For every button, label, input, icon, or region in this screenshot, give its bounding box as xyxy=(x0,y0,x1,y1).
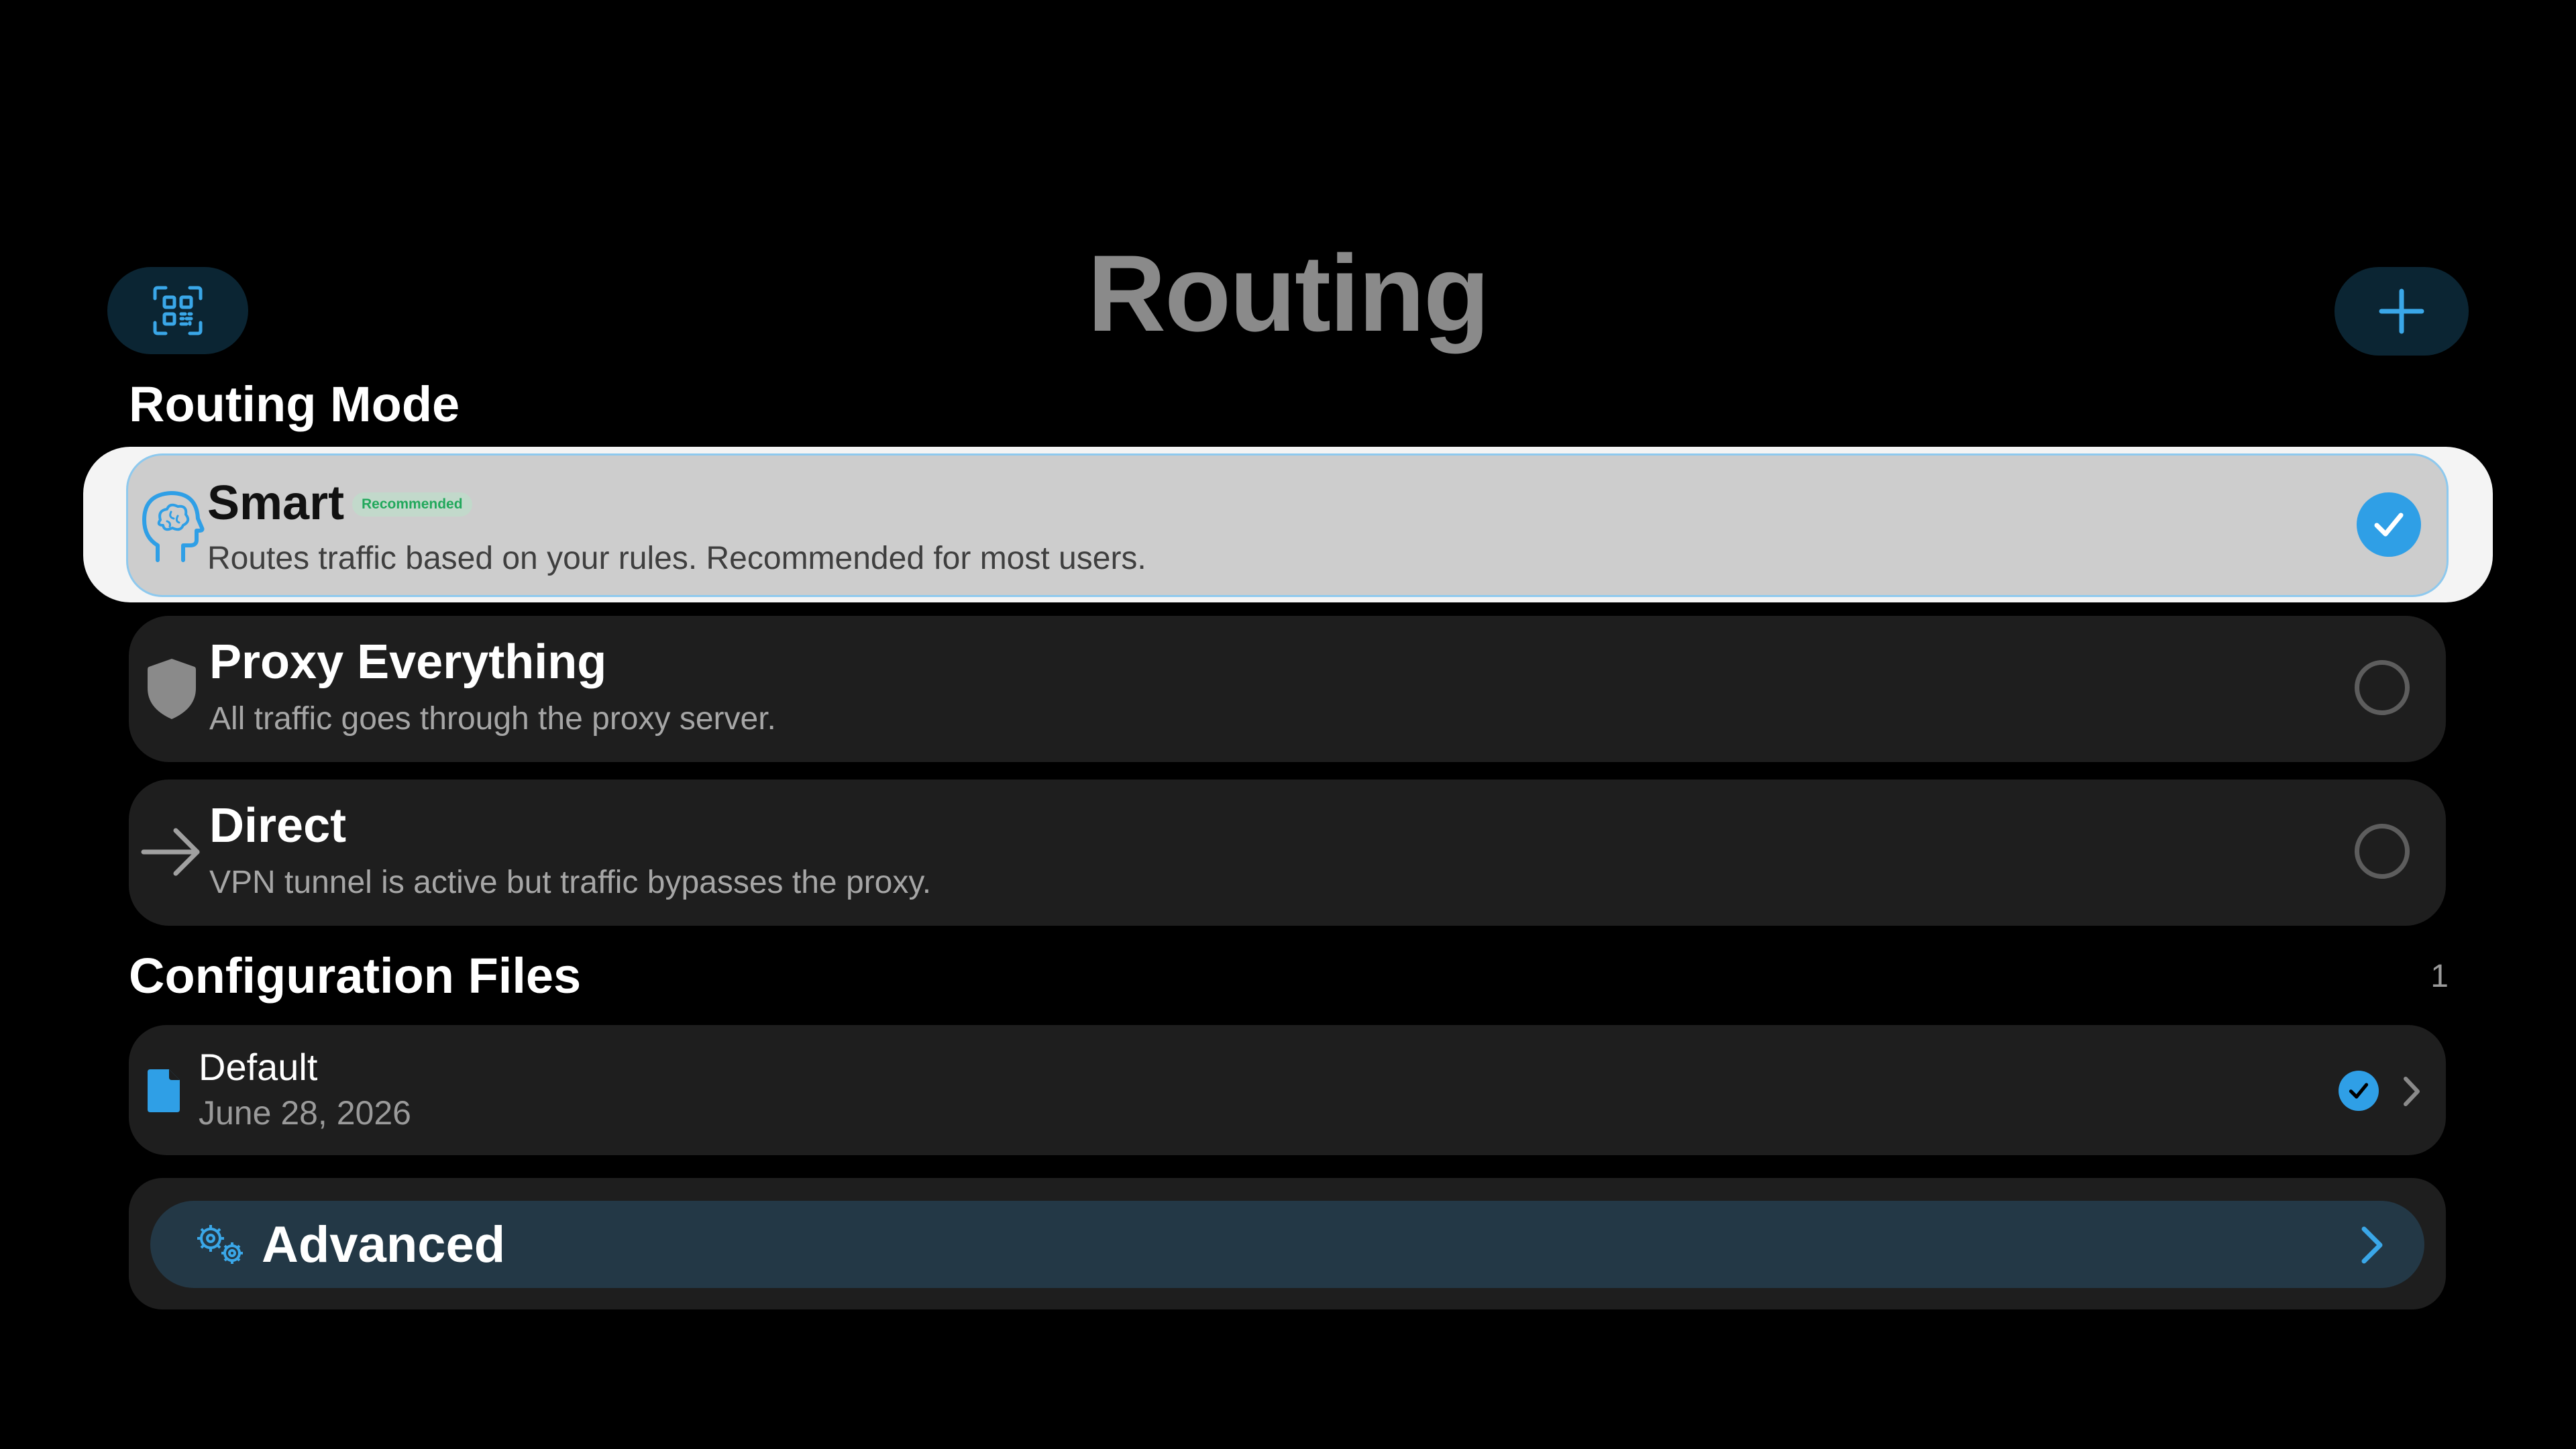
checkmark-icon xyxy=(2374,513,2404,537)
advanced-button[interactable]: Advanced xyxy=(150,1201,2424,1288)
configuration-files-section-title: Configuration Files xyxy=(129,948,582,1004)
smart-option-subtitle: Routes traffic based on your rules. Reco… xyxy=(207,541,1146,576)
direct-option-subtitle: VPN tunnel is active but traffic bypasse… xyxy=(209,865,932,900)
config-file-date: June 28, 2026 xyxy=(199,1094,411,1132)
proxy-everything-radio[interactable] xyxy=(2355,660,2410,715)
direct-option-title: Direct xyxy=(209,799,347,853)
config-file-name: Default xyxy=(199,1046,318,1088)
configuration-files-count: 1 xyxy=(2430,959,2449,994)
routing-option-smart[interactable]: Smart Routes traffic based on your rules… xyxy=(126,453,2449,597)
arrow-right-icon xyxy=(141,828,200,876)
smart-option-title: Smart xyxy=(207,476,345,530)
shield-icon xyxy=(148,659,196,719)
routing-option-direct[interactable]: Direct VPN tunnel is active but traffic … xyxy=(129,780,2446,926)
chevron-right-icon xyxy=(2361,1226,2383,1264)
document-icon xyxy=(148,1069,180,1112)
proxy-everything-option-subtitle: All traffic goes through the proxy serve… xyxy=(209,701,776,737)
routing-option-proxy-everything[interactable]: Proxy Everything All traffic goes throug… xyxy=(129,616,2446,762)
page-title: Routing xyxy=(1087,233,1490,354)
advanced-label: Advanced xyxy=(262,1216,506,1273)
config-file-row-default[interactable]: Default June 28, 2026 xyxy=(129,1025,2446,1155)
plus-icon xyxy=(2379,288,2424,334)
direct-radio[interactable] xyxy=(2355,824,2410,879)
recommended-badge: Recommended xyxy=(352,492,472,517)
proxy-everything-option-title: Proxy Everything xyxy=(209,635,607,689)
gears-icon xyxy=(197,1225,243,1264)
brain-head-icon xyxy=(142,491,205,562)
checkmark-icon xyxy=(2349,1083,2369,1099)
config-file-active-check xyxy=(2339,1071,2379,1111)
add-button[interactable] xyxy=(2334,267,2469,356)
chevron-right-icon xyxy=(2404,1077,2420,1106)
routing-mode-section-title: Routing Mode xyxy=(129,376,460,432)
smart-selected-check xyxy=(2357,492,2421,557)
